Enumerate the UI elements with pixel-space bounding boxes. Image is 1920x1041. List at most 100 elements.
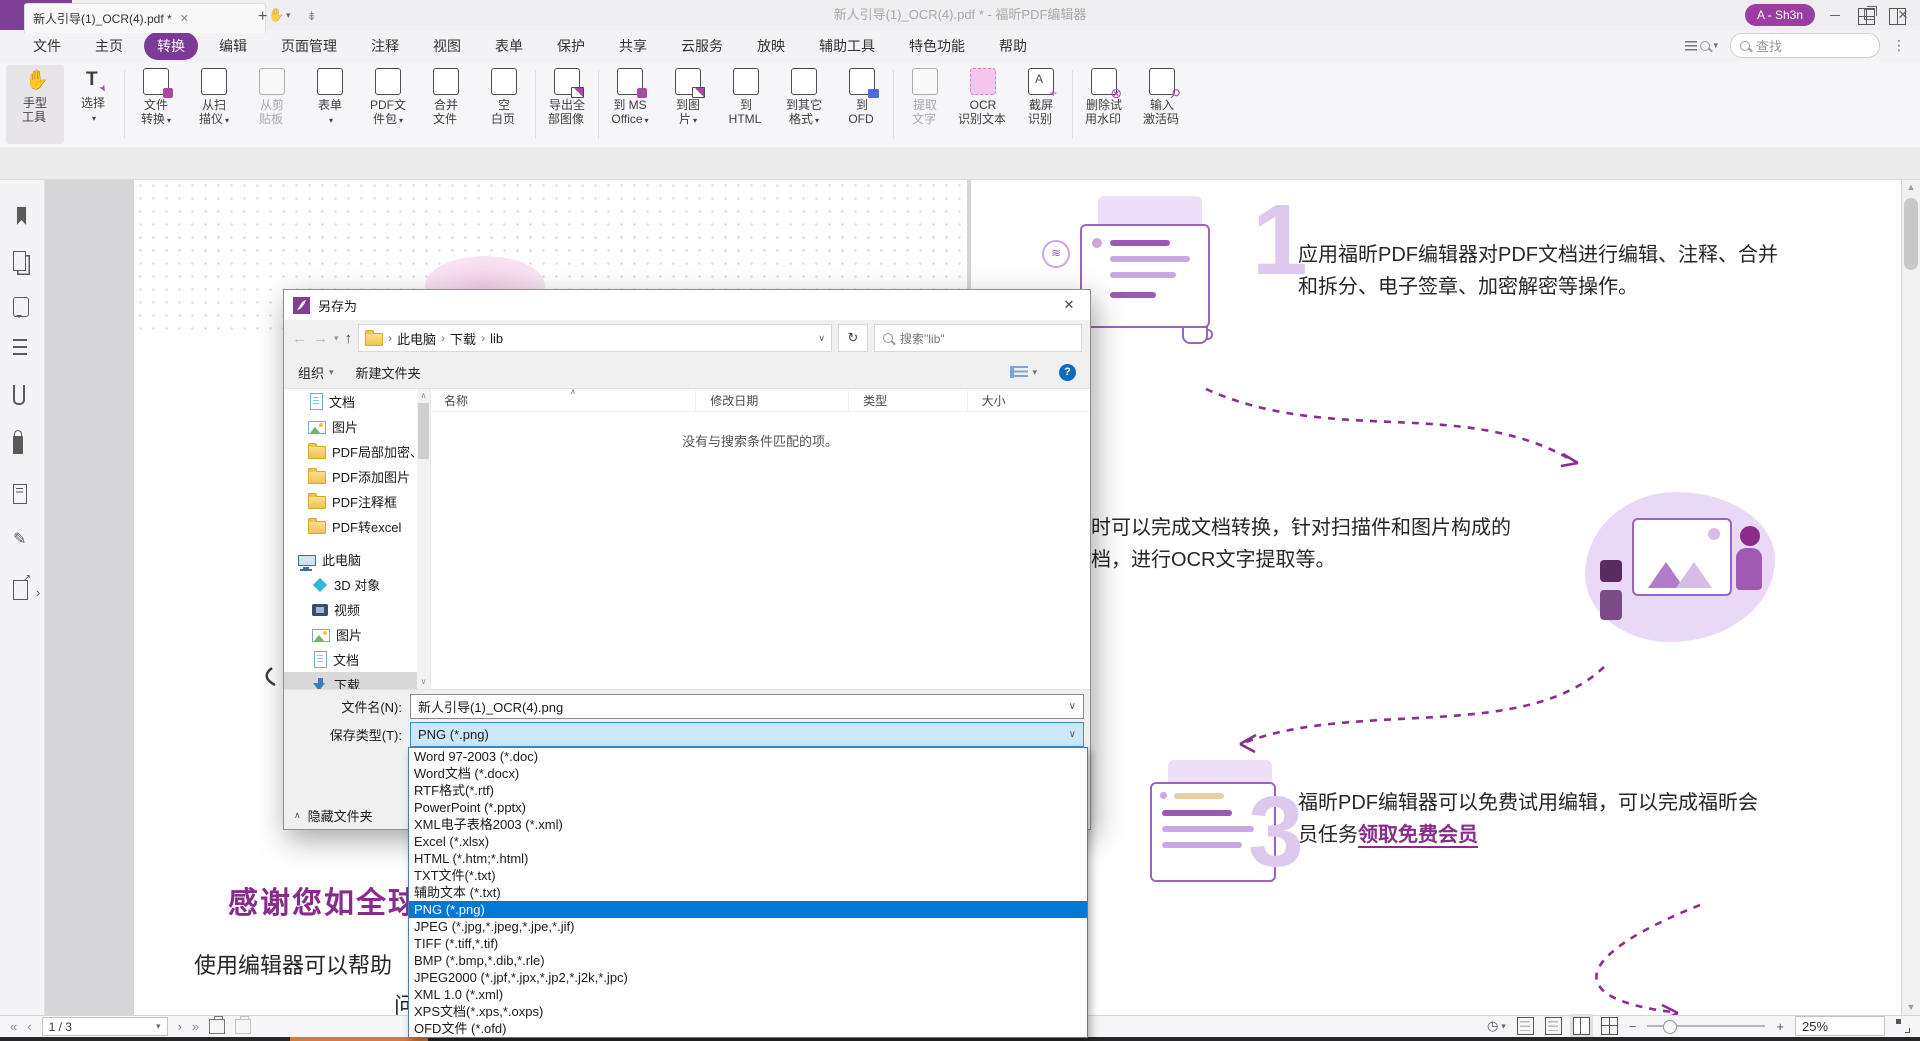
breadcrumb-item[interactable]: ›下载 xyxy=(441,329,476,348)
column-date[interactable]: 修改日期 xyxy=(696,389,849,411)
nav-tree-item[interactable]: 此电脑 xyxy=(284,547,430,572)
view-mode-button[interactable]: ▾ xyxy=(1010,366,1037,378)
nav-tree-item[interactable]: PDF注释框 xyxy=(284,489,430,514)
help-icon[interactable]: ? xyxy=(1059,364,1076,381)
ribbon-button[interactable]: 截屏 识别 xyxy=(1012,65,1070,144)
menu-item[interactable]: 保护 xyxy=(544,32,598,60)
file-type-option[interactable]: JPEG (*.jpg,*.jpeg,*.jpe,*.jif) xyxy=(409,918,1087,935)
ribbon-button[interactable]: 导出全 部图像 xyxy=(538,65,596,144)
breadcrumb[interactable]: ›此电脑›下载›lib ∨ xyxy=(358,324,832,352)
refresh-icon[interactable]: ↻ xyxy=(838,324,868,352)
menu-item[interactable]: 放映 xyxy=(744,32,798,60)
scroll-up-icon[interactable]: ▲ xyxy=(1902,179,1920,195)
minimize-icon[interactable] xyxy=(1818,0,1852,30)
reading-mode-icon[interactable] xyxy=(1889,8,1906,25)
nav-scroll-thumb[interactable] xyxy=(418,403,429,459)
column-size[interactable]: 大小 xyxy=(968,389,1090,411)
file-type-option[interactable]: XML电子表格2003 (*.xml) xyxy=(409,816,1087,833)
new-folder-button[interactable]: 新建文件夹 xyxy=(356,363,421,382)
comments-icon[interactable] xyxy=(13,297,29,317)
file-type-option[interactable]: XPS文档(*.xps,*.oxps) xyxy=(409,1003,1087,1020)
document-scrollbar[interactable] xyxy=(1902,179,1920,1015)
menu-item[interactable]: 视图 xyxy=(420,32,474,60)
ribbon-button[interactable]: 表单 ▾ xyxy=(301,65,359,144)
breadcrumb-item[interactable]: ›lib xyxy=(481,331,503,346)
page-thumbnails-icon[interactable] xyxy=(13,251,26,271)
ribbon-button[interactable]: 到 MS Office▾ xyxy=(601,65,659,144)
file-type-option[interactable]: BMP (*.bmp,*.dib,*.rle) xyxy=(409,952,1087,969)
file-type-option[interactable]: XML 1.0 (*.xml) xyxy=(409,986,1087,1003)
ribbon-button[interactable]: 提取 文字 xyxy=(896,65,954,144)
nav-tree-item[interactable]: 视频 xyxy=(284,597,430,622)
scroll-down-icon[interactable]: ▼ xyxy=(1902,999,1920,1015)
menu-item[interactable]: 转换 xyxy=(144,32,198,60)
find-input[interactable]: 查找 xyxy=(1730,33,1880,58)
nav-tree-item[interactable]: PDF局部加密、P xyxy=(284,439,430,464)
page-indicator[interactable]: 1 / 3▾ xyxy=(42,1017,168,1036)
menu-item[interactable]: 表单 xyxy=(482,32,536,60)
nav-scroll-up-icon[interactable]: ∧ xyxy=(417,389,430,403)
forward-icon[interactable]: → xyxy=(313,330,328,347)
menu-item[interactable]: 云服务 xyxy=(668,32,736,60)
zoom-slider[interactable] xyxy=(1647,1025,1765,1027)
rotate-view-icon[interactable]: ◷▾ xyxy=(1487,1018,1506,1034)
back-icon[interactable]: ← xyxy=(292,330,307,347)
ribbon-button[interactable] xyxy=(124,70,125,139)
overflow-menu-icon[interactable]: ⋮ xyxy=(1892,37,1906,54)
organize-button[interactable]: 组织▾ xyxy=(298,363,334,382)
breadcrumb-dropdown-icon[interactable]: ∨ xyxy=(818,333,825,344)
menu-item[interactable]: 主页 xyxy=(82,32,136,60)
history-dropdown-icon[interactable]: ▾ xyxy=(334,333,339,344)
ribbon-button[interactable] xyxy=(893,70,894,139)
bookmark-icon[interactable] xyxy=(15,207,28,225)
file-type-option[interactable]: OFD文件 (*.ofd) xyxy=(409,1020,1087,1037)
nav-tree-item[interactable]: 文档 xyxy=(284,647,430,672)
column-name[interactable]: 名称∧ xyxy=(430,389,696,411)
menu-item[interactable]: 注释 xyxy=(358,32,412,60)
ribbon-button[interactable] xyxy=(598,70,599,139)
dialog-search-input[interactable]: 搜索"lib" xyxy=(874,324,1082,352)
file-type-option[interactable]: Word文档 (*.docx) xyxy=(409,765,1087,782)
fit-screen-icon[interactable] xyxy=(1896,1019,1910,1033)
save-type-select[interactable]: PNG (*.png)∨ xyxy=(410,722,1084,747)
file-type-option[interactable]: 辅助文本 (*.txt) xyxy=(409,884,1087,901)
menu-item[interactable]: 帮助 xyxy=(986,32,1040,60)
layers-icon[interactable] xyxy=(13,339,27,355)
nav-tree-item[interactable]: 文档 xyxy=(284,389,430,414)
tab-close-icon[interactable]: ✕ xyxy=(180,12,189,25)
document-tab[interactable]: 新人引导(1)_OCR(4).pdf * ✕ xyxy=(24,3,266,33)
ribbon-button[interactable]: 从剪 贴板 xyxy=(243,65,301,144)
ribbon-button[interactable]: 选择 ▾ xyxy=(64,65,122,144)
file-type-option[interactable]: Excel (*.xlsx) xyxy=(409,833,1087,850)
ribbon-button[interactable]: 到 OFD xyxy=(833,65,891,144)
facing-pages-icon[interactable] xyxy=(1573,1017,1590,1035)
hand-tool-icon[interactable] xyxy=(268,8,284,22)
chevron-down-icon[interactable]: ∨ xyxy=(1069,701,1076,712)
destinations-icon[interactable] xyxy=(13,484,27,504)
menu-item[interactable]: 编辑 xyxy=(206,32,260,60)
nav-tree-item[interactable]: PDF转excel xyxy=(284,514,430,539)
continuous-scroll-icon[interactable] xyxy=(1545,1017,1562,1035)
menu-item[interactable]: 特色功能 xyxy=(896,32,978,60)
zoom-level[interactable]: 25% xyxy=(1795,1016,1885,1036)
single-page-icon[interactable] xyxy=(1517,1017,1534,1035)
first-page-icon[interactable]: « xyxy=(10,1019,17,1034)
file-type-option[interactable]: RTF格式(*.rtf) xyxy=(409,782,1087,799)
last-page-icon[interactable]: » xyxy=(192,1019,199,1034)
snapshot-icon[interactable] xyxy=(209,1019,225,1034)
file-type-option[interactable]: TIFF (*.tiff,*.tif) xyxy=(409,935,1087,952)
page-grid-icon[interactable] xyxy=(1858,8,1875,25)
file-type-option[interactable]: HTML (*.htm;*.html) xyxy=(409,850,1087,867)
nav-tree-item[interactable]: 3D 对象 xyxy=(284,572,430,597)
security-icon[interactable] xyxy=(13,436,23,454)
ribbon-button[interactable]: 输入 激活码 xyxy=(1133,65,1191,144)
ribbon-button[interactable]: 从扫 描仪▾ xyxy=(185,65,243,144)
nav-tree-item[interactable]: PDF添加图片 xyxy=(284,464,430,489)
customize-toolbar-icon[interactable] xyxy=(307,8,323,22)
hide-folders-button[interactable]: ∧ 隐藏文件夹 xyxy=(294,806,373,825)
ribbon-button[interactable]: 到其它 格式▾ xyxy=(775,65,833,144)
clipboard-icon[interactable] xyxy=(235,1019,251,1034)
zoom-out-icon[interactable]: − xyxy=(1629,1019,1637,1034)
ribbon-button[interactable]: 手型 工具 xyxy=(6,65,64,144)
zoom-slider-knob[interactable] xyxy=(1663,1020,1677,1034)
